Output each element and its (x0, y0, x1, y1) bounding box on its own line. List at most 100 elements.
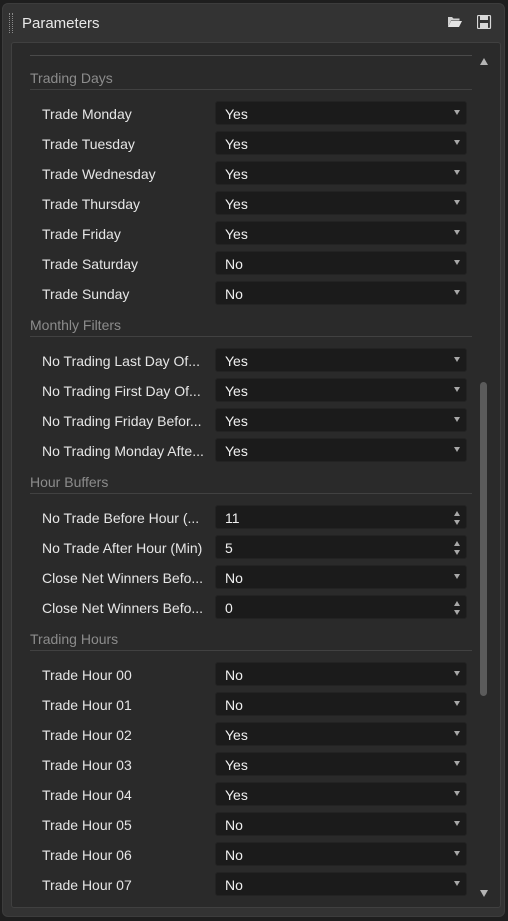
yes-no-dropdown[interactable]: No (215, 281, 467, 305)
dropdown-arrow-icon (454, 574, 460, 579)
decrement-arrow-icon[interactable] (454, 520, 460, 525)
decrement-arrow-icon[interactable] (454, 550, 460, 555)
increment-arrow-icon[interactable] (454, 601, 460, 606)
parameter-label: Close Net Winners Befo... (42, 600, 204, 616)
parameter-value: 0 (225, 600, 233, 616)
parameter-label: Trade Sunday (42, 286, 130, 302)
parameters-list: Trading Days Trade Monday Yes Trade Tuesday… (11, 42, 501, 908)
section-title-trading-hours: Trading Hours (30, 631, 119, 647)
panel-titlebar: Parameters (3, 4, 504, 41)
yes-no-dropdown[interactable]: Yes (215, 221, 467, 245)
scroll-up-arrow-icon[interactable] (479, 56, 489, 66)
drag-handle-icon[interactable] (9, 13, 13, 33)
parameter-label: Trade Hour 01 (42, 697, 132, 713)
dropdown-arrow-icon (454, 200, 460, 205)
dropdown-arrow-icon (454, 761, 460, 766)
parameter-value: 11 (225, 510, 240, 526)
yes-no-dropdown[interactable]: Yes (215, 378, 467, 402)
dropdown-arrow-icon (454, 230, 460, 235)
parameter-value: Yes (225, 166, 248, 182)
parameter-value: No (225, 570, 243, 586)
yes-no-dropdown[interactable]: Yes (215, 131, 467, 155)
yes-no-dropdown[interactable]: Yes (215, 782, 467, 806)
parameter-value: Yes (225, 106, 248, 122)
yes-no-dropdown[interactable]: No (215, 662, 467, 686)
section-title-monthly-filters: Monthly Filters (30, 317, 122, 333)
parameter-label: No Trade Before Hour (... (42, 510, 200, 526)
yes-no-dropdown[interactable]: No (215, 872, 467, 896)
parameter-label: Trade Monday (42, 106, 132, 122)
dropdown-arrow-icon (454, 140, 460, 145)
scrollbar-thumb[interactable] (480, 382, 487, 696)
parameter-value: Yes (225, 443, 248, 459)
parameter-value: No (225, 847, 243, 863)
parameter-value: 5 (225, 540, 233, 556)
parameter-label: Trade Thursday (42, 196, 141, 212)
yes-no-dropdown[interactable]: Yes (215, 101, 467, 125)
yes-no-dropdown[interactable]: No (215, 251, 467, 275)
parameter-label: Trade Wednesday (42, 166, 156, 182)
parameter-label: Close Net Winners Befo... (42, 570, 204, 586)
parameter-value: Yes (225, 727, 248, 743)
parameter-label: Trade Saturday (42, 256, 138, 272)
yes-no-dropdown[interactable]: Yes (215, 722, 467, 746)
yes-no-dropdown[interactable]: No (215, 565, 467, 589)
dropdown-arrow-icon (454, 701, 460, 706)
parameter-label: Trade Hour 00 (42, 667, 132, 683)
parameter-value: No (225, 817, 243, 833)
dropdown-arrow-icon (454, 731, 460, 736)
dropdown-arrow-icon (454, 110, 460, 115)
save-icon[interactable] (477, 15, 493, 29)
parameter-label: Trade Hour 06 (42, 847, 132, 863)
dropdown-arrow-icon (454, 821, 460, 826)
section-divider (30, 493, 472, 494)
decrement-arrow-icon[interactable] (454, 610, 460, 615)
folder-open-icon[interactable] (447, 15, 463, 29)
parameter-value: Yes (225, 383, 248, 399)
parameters-panel: Parameters Trading Days Trade Monday Yes Tr… (2, 3, 505, 917)
parameter-label: No Trading Monday Afte... (42, 443, 204, 459)
parameter-label: Trade Friday (42, 226, 121, 242)
dropdown-arrow-icon (454, 791, 460, 796)
parameter-value: No (225, 256, 243, 272)
yes-no-dropdown[interactable]: No (215, 692, 467, 716)
dropdown-arrow-icon (454, 417, 460, 422)
dropdown-arrow-icon (454, 881, 460, 886)
dropdown-arrow-icon (454, 357, 460, 362)
yes-no-dropdown[interactable]: Yes (215, 438, 467, 462)
parameter-label: No Trading First Day Of... (42, 383, 201, 399)
yes-no-dropdown[interactable]: Yes (215, 752, 467, 776)
dropdown-arrow-icon (454, 260, 460, 265)
parameter-value: No (225, 667, 243, 683)
dropdown-arrow-icon (454, 387, 460, 392)
parameter-label: Trade Hour 07 (42, 877, 132, 893)
dropdown-arrow-icon (454, 447, 460, 452)
yes-no-dropdown[interactable]: Yes (215, 191, 467, 215)
numeric-stepper[interactable]: 0 (215, 595, 467, 619)
parameter-label: Trade Hour 03 (42, 757, 132, 773)
parameter-value: Yes (225, 196, 248, 212)
yes-no-dropdown[interactable]: Yes (215, 408, 467, 432)
increment-arrow-icon[interactable] (454, 511, 460, 516)
parameter-label: No Trade After Hour (Min) (42, 540, 203, 556)
dropdown-arrow-icon (454, 290, 460, 295)
parameter-label: Trade Tuesday (42, 136, 135, 152)
scroll-down-arrow-icon[interactable] (479, 888, 489, 898)
yes-no-dropdown[interactable]: Yes (215, 161, 467, 185)
parameter-label: No Trading Last Day Of... (42, 353, 200, 369)
section-title-trading-days: Trading Days (30, 70, 113, 86)
numeric-stepper[interactable]: 11 (215, 505, 467, 529)
section-divider (30, 336, 472, 337)
yes-no-dropdown[interactable]: Yes (215, 348, 467, 372)
parameter-value: No (225, 286, 243, 302)
parameter-value: Yes (225, 787, 248, 803)
increment-arrow-icon[interactable] (454, 541, 460, 546)
yes-no-dropdown[interactable]: No (215, 812, 467, 836)
section-divider (30, 89, 472, 90)
yes-no-dropdown[interactable]: No (215, 842, 467, 866)
numeric-stepper[interactable]: 5 (215, 535, 467, 559)
parameter-label: Trade Hour 05 (42, 817, 132, 833)
section-divider (30, 650, 472, 651)
parameter-value: Yes (225, 353, 248, 369)
parameter-value: No (225, 697, 243, 713)
